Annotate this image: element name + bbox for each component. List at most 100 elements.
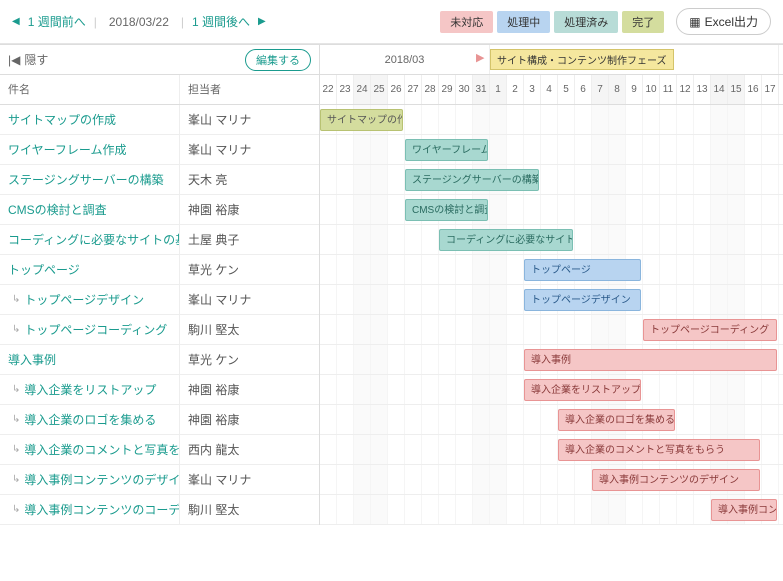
- gantt-bar[interactable]: ステージングサーバーの構築: [405, 169, 539, 191]
- subtask-arrow-icon: ↳: [12, 384, 20, 395]
- collapse-icon: |◀: [8, 53, 20, 67]
- column-header-assignee: 担当者: [180, 75, 319, 104]
- timeline-row: トップページコーディング: [320, 315, 783, 345]
- timeline-row: コーディングに必要なサイトの基本情報: [320, 225, 783, 255]
- day-header-cell: 16: [745, 75, 762, 104]
- day-header-cell: 1: [490, 75, 507, 104]
- task-name-link[interactable]: ↳トップページデザイン: [0, 285, 180, 314]
- prev-week-link[interactable]: 1 週間前へ: [28, 13, 86, 30]
- task-assignee: 駒川 堅太: [180, 495, 319, 524]
- day-header-cell: 23: [337, 75, 354, 104]
- task-assignee: 神園 裕康: [180, 195, 319, 224]
- column-header-name: 件名: [0, 75, 180, 104]
- month-header-cell: 2018/03: [320, 45, 490, 74]
- timeline-row: 導入事例コンテンツのデザイン: [320, 465, 783, 495]
- day-header-cell: 29: [439, 75, 456, 104]
- day-header-cell: 22: [320, 75, 337, 104]
- timeline-row: 導入企業をリストアップ: [320, 375, 783, 405]
- day-header-cell: 28: [422, 75, 439, 104]
- excel-label: Excel出力: [705, 13, 758, 30]
- day-header-cell: 15: [728, 75, 745, 104]
- task-assignee: 神園 裕康: [180, 405, 319, 434]
- legend-未対応: 未対応: [440, 11, 493, 33]
- task-assignee: 草光 ケン: [180, 345, 319, 374]
- subtask-arrow-icon: ↳: [12, 444, 20, 455]
- gantt-bar[interactable]: コーディングに必要なサイトの基本情報: [439, 229, 573, 251]
- task-name-link[interactable]: ↳導入企業をリストアップ: [0, 375, 180, 404]
- gantt-bar[interactable]: 導入企業のコメントと写真をもらう: [558, 439, 760, 461]
- task-assignee: 峯山 マリナ: [180, 135, 319, 164]
- task-name-link[interactable]: CMSの検討と調査: [0, 195, 180, 224]
- task-assignee: 西内 龍太: [180, 435, 319, 464]
- task-assignee: 峯山 マリナ: [180, 285, 319, 314]
- subtask-arrow-icon: ↳: [12, 414, 20, 425]
- task-name-link[interactable]: コーディングに必要なサイトの基本...: [0, 225, 180, 254]
- day-header-cell: 31: [473, 75, 490, 104]
- gantt-bar[interactable]: 導入事例コンテンツ: [711, 499, 777, 521]
- legend-処理済み: 処理済み: [554, 11, 618, 33]
- phase-label: サイト構成・コンテンツ制作フェーズ: [490, 49, 674, 70]
- task-assignee: 峯山 マリナ: [180, 465, 319, 494]
- day-header-cell: 7: [592, 75, 609, 104]
- task-assignee: 天木 亮: [180, 165, 319, 194]
- day-header-cell: 25: [371, 75, 388, 104]
- prev-week-arrow[interactable]: ◀: [12, 16, 20, 27]
- hide-label: 隠す: [24, 51, 48, 68]
- gantt-bar[interactable]: サイトマップの作成: [320, 109, 403, 131]
- separator: |: [94, 15, 97, 29]
- task-assignee: 駒川 堅太: [180, 315, 319, 344]
- task-name-link[interactable]: 導入事例: [0, 345, 180, 374]
- subtask-arrow-icon: ↳: [12, 504, 20, 515]
- day-header-cell: 11: [660, 75, 677, 104]
- day-header-cell: 14: [711, 75, 728, 104]
- legend-処理中: 処理中: [497, 11, 550, 33]
- timeline-row: トップページデザイン: [320, 285, 783, 315]
- timeline-row: ワイヤーフレーム作成: [320, 135, 783, 165]
- task-name-link[interactable]: ↳導入企業のロゴを集める: [0, 405, 180, 434]
- task-name-link[interactable]: トップページ: [0, 255, 180, 284]
- day-header-cell: 9: [626, 75, 643, 104]
- next-week-arrow[interactable]: ▶: [258, 16, 266, 27]
- day-header-cell: 30: [456, 75, 473, 104]
- day-header-cell: 26: [388, 75, 405, 104]
- task-name-link[interactable]: ↳導入企業のコメントと写真をもらう: [0, 435, 180, 464]
- timeline-row: CMSの検討と調査: [320, 195, 783, 225]
- day-header-cell: 10: [643, 75, 660, 104]
- gantt-bar[interactable]: 導入企業のロゴを集める: [558, 409, 675, 431]
- timeline-row: トップページ: [320, 255, 783, 285]
- gantt-bar[interactable]: ワイヤーフレーム作成: [405, 139, 488, 161]
- day-header-cell: 24: [354, 75, 371, 104]
- day-header-cell: 13: [694, 75, 711, 104]
- timeline-row: ステージングサーバーの構築: [320, 165, 783, 195]
- timeline-row: サイトマップの作成: [320, 105, 783, 135]
- task-assignee: 峯山 マリナ: [180, 105, 319, 134]
- gantt-bar[interactable]: トップページ: [524, 259, 641, 281]
- edit-button[interactable]: 編集する: [245, 49, 311, 71]
- subtask-arrow-icon: ↳: [12, 324, 20, 335]
- task-name-link[interactable]: ↳導入事例コンテンツのコーディング: [0, 495, 180, 524]
- task-name-link[interactable]: ↳導入事例コンテンツのデザイン: [0, 465, 180, 494]
- timeline-row: 導入事例: [320, 345, 783, 375]
- gantt-bar[interactable]: 導入事例コンテンツのデザイン: [592, 469, 760, 491]
- task-name-link[interactable]: ステージングサーバーの構築: [0, 165, 180, 194]
- task-name-link[interactable]: ↳トップページコーディング: [0, 315, 180, 344]
- subtask-arrow-icon: ↳: [12, 474, 20, 485]
- task-name-link[interactable]: サイトマップの作成: [0, 105, 180, 134]
- timeline-row: 導入企業のコメントと写真をもらう: [320, 435, 783, 465]
- subtask-arrow-icon: ↳: [12, 294, 20, 305]
- hide-panel-button[interactable]: |◀ 隠す: [8, 51, 48, 68]
- day-header-cell: 8: [609, 75, 626, 104]
- timeline-row: 導入事例コンテンツ: [320, 495, 783, 525]
- excel-icon: ▦: [689, 15, 700, 29]
- gantt-bar[interactable]: トップページデザイン: [524, 289, 641, 311]
- day-header-cell: 2: [507, 75, 524, 104]
- separator: |: [181, 15, 184, 29]
- next-week-link[interactable]: 1 週間後へ: [192, 13, 250, 30]
- gantt-bar[interactable]: トップページコーディング: [643, 319, 777, 341]
- task-name-link[interactable]: ワイヤーフレーム作成: [0, 135, 180, 164]
- gantt-bar[interactable]: 導入企業をリストアップ: [524, 379, 641, 401]
- gantt-bar[interactable]: 導入事例: [524, 349, 777, 371]
- timeline-row: 導入企業のロゴを集める: [320, 405, 783, 435]
- excel-export-button[interactable]: ▦ Excel出力: [676, 8, 771, 35]
- gantt-bar[interactable]: CMSの検討と調査: [405, 199, 488, 221]
